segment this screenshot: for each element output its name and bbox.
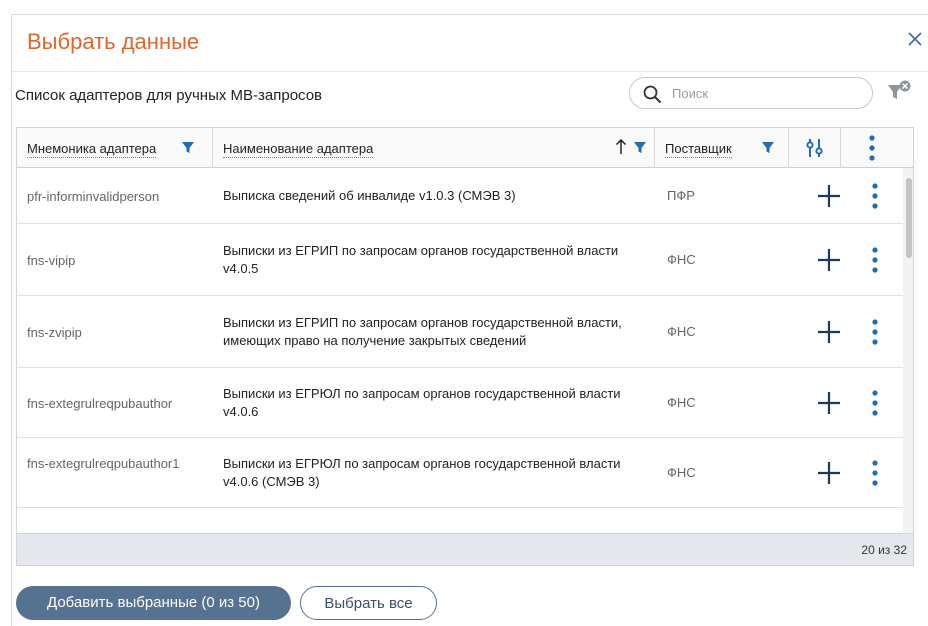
- add-icon[interactable]: [817, 248, 841, 272]
- column-supplier-label[interactable]: Поставщик: [665, 141, 732, 158]
- column-settings-icon[interactable]: [806, 138, 824, 163]
- scrollbar-thumb[interactable]: [906, 178, 912, 258]
- more-vertical-icon[interactable]: [869, 182, 881, 210]
- search-input[interactable]: [672, 83, 862, 103]
- close-icon[interactable]: [905, 29, 925, 49]
- list-title: Список адаптеров для ручных МВ-запросов: [15, 87, 323, 104]
- row-supplier: ФНС: [667, 395, 696, 410]
- row-name: Выписки из ЕГРИП по запросам органов гос…: [223, 243, 619, 276]
- table-row[interactable]: fns-zvipip Выписки из ЕГРИП по запросам …: [17, 296, 913, 368]
- add-icon[interactable]: [817, 320, 841, 344]
- table-row[interactable]: fns-extegrulreqpubauthor Выписки из ЕГРЮ…: [17, 368, 913, 438]
- column-supplier[interactable]: Поставщик: [655, 128, 789, 168]
- row-mnemonic: fns-vipip: [27, 253, 76, 268]
- row-mnemonic: fns-zvipip: [27, 325, 82, 340]
- dialog-title: Выбрать данные: [27, 29, 200, 54]
- more-vertical-icon[interactable]: [866, 134, 878, 167]
- row-mnemonic: pfr-informinvalidperson: [27, 189, 160, 204]
- column-name[interactable]: Наименование адаптера: [213, 128, 655, 168]
- rows-count: 20 из 32: [861, 543, 907, 557]
- row-name: Выписка сведений об инвалиде v1.0.3 (СМЭ…: [223, 188, 516, 203]
- table-row[interactable]: pfr-informinvalidperson Выписка сведений…: [17, 168, 913, 224]
- filter-icon[interactable]: [633, 140, 647, 159]
- row-name: Выписки из ЕГРИП по запросам органов гос…: [223, 315, 622, 348]
- column-mnemonic[interactable]: Мнемоника адаптера: [17, 128, 213, 168]
- header-divider: [12, 71, 928, 72]
- row-mnemonic: fns-extegrulreqpubauthor: [27, 396, 173, 411]
- table-row[interactable]: fns-vipip Выписки из ЕГРИП по запросам о…: [17, 224, 913, 296]
- column-mnemonic-label[interactable]: Мнемоника адаптера: [27, 141, 157, 158]
- filter-icon[interactable]: [761, 140, 775, 159]
- column-settings[interactable]: [789, 128, 841, 168]
- row-name: Выписки из ЕГРЮЛ по запросам органов гос…: [223, 456, 621, 489]
- more-vertical-icon[interactable]: [869, 389, 881, 417]
- add-icon[interactable]: [817, 184, 841, 208]
- more-vertical-icon[interactable]: [869, 246, 881, 274]
- add-icon[interactable]: [817, 461, 841, 485]
- table-footer: 20 из 32: [16, 533, 914, 566]
- row-supplier: ФНС: [667, 324, 696, 339]
- row-supplier: ПФР: [667, 188, 695, 203]
- column-name-label[interactable]: Наименование адаптера: [223, 141, 374, 158]
- clear-filters-icon[interactable]: [886, 80, 916, 104]
- adapters-table: Мнемоника адаптера Наименование адаптера…: [16, 127, 914, 553]
- more-vertical-icon[interactable]: [869, 459, 881, 487]
- sort-asc-icon[interactable]: [615, 138, 627, 160]
- filter-icon[interactable]: [181, 140, 195, 159]
- row-mnemonic: fns-extegrulreqpubauthor1: [27, 456, 180, 471]
- table-header: Мнемоника адаптера Наименование адаптера…: [17, 128, 913, 168]
- search-box[interactable]: [629, 77, 873, 109]
- add-icon[interactable]: [817, 391, 841, 415]
- search-icon: [642, 84, 662, 104]
- table-scrollbar[interactable]: [903, 168, 913, 534]
- more-vertical-icon[interactable]: [869, 318, 881, 346]
- row-name: Выписки из ЕГРЮЛ по запросам органов гос…: [223, 386, 621, 419]
- dialog-header: Выбрать данные: [12, 15, 928, 71]
- row-supplier: ФНС: [667, 465, 696, 480]
- table-row[interactable]: fns-extegrulreqpubauthor1 Выписки из ЕГР…: [17, 438, 913, 508]
- add-selected-button[interactable]: Добавить выбранные (0 из 50): [16, 586, 291, 620]
- column-menu[interactable]: [841, 128, 903, 168]
- row-supplier: ФНС: [667, 252, 696, 267]
- select-all-button[interactable]: Выбрать все: [300, 586, 437, 620]
